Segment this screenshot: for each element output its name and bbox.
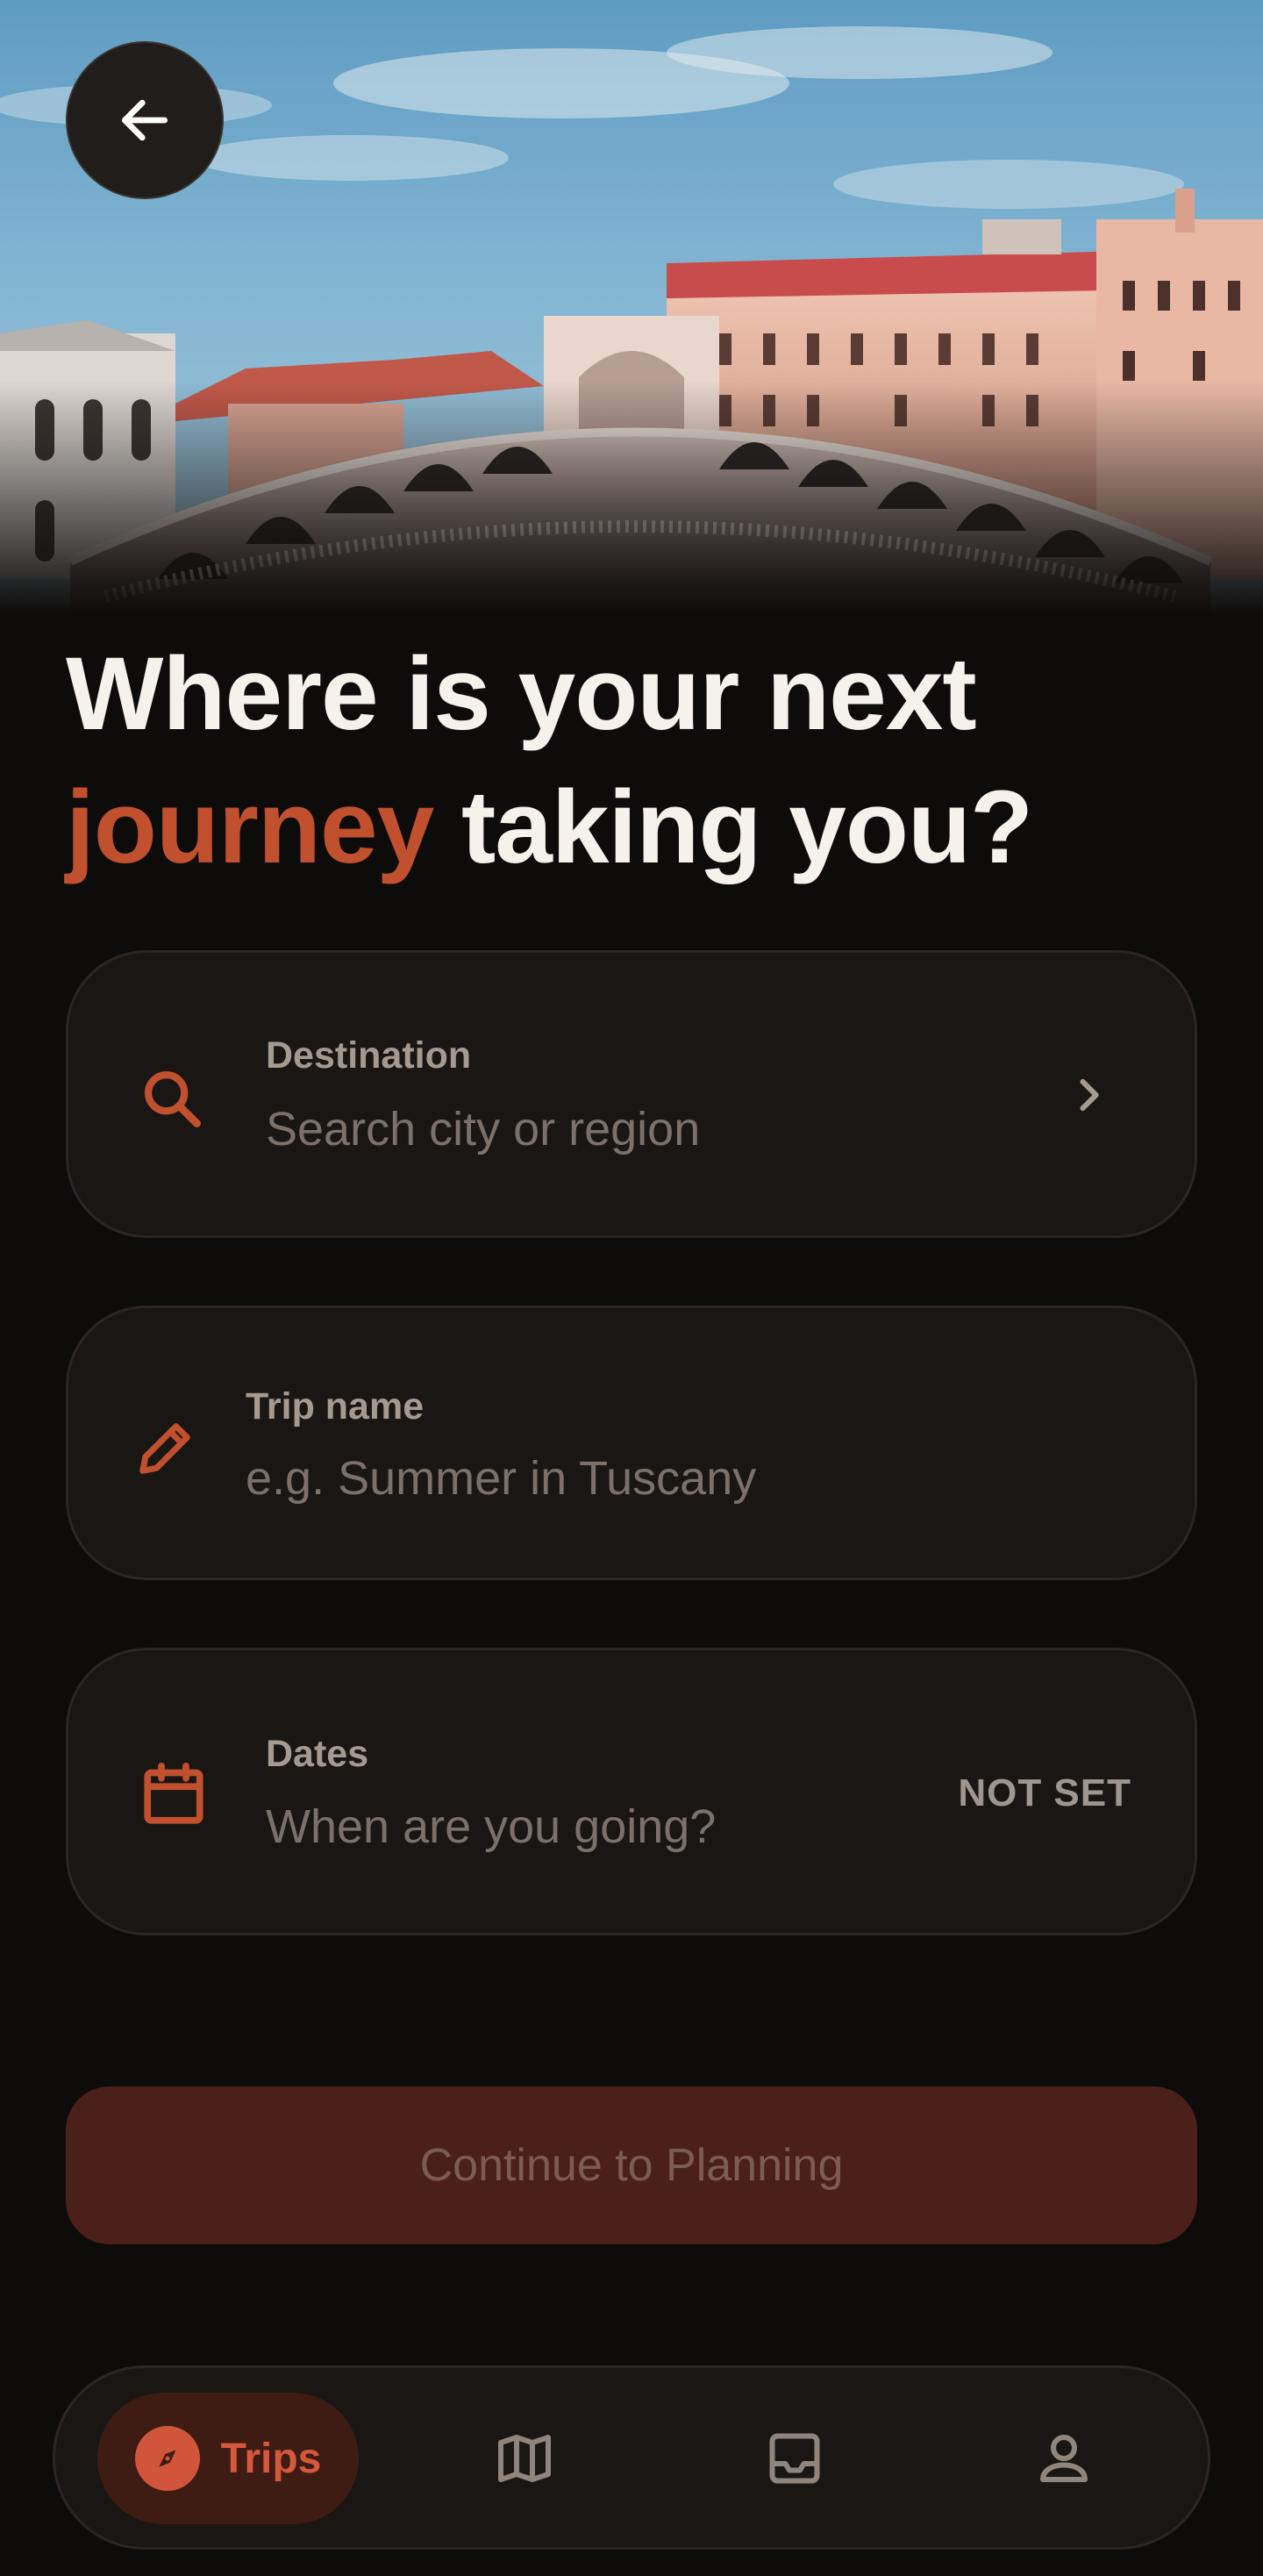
search-icon xyxy=(139,1065,205,1132)
new-trip-screen: Where is your next journey taking you? D… xyxy=(0,0,1263,2576)
nav-item-map[interactable] xyxy=(467,2403,582,2517)
destination-field[interactable]: Destination xyxy=(66,950,1197,1238)
user-icon xyxy=(1032,2427,1095,2494)
pencil-icon xyxy=(132,1415,198,1482)
trip-name-input[interactable] xyxy=(246,1451,1035,1506)
arrow-left-icon xyxy=(121,99,168,141)
nav-item-inbox[interactable] xyxy=(738,2403,852,2517)
chevron-right-icon xyxy=(1066,1072,1111,1122)
nav-item-trips-label: Trips xyxy=(220,2435,322,2482)
calendar-icon xyxy=(137,1757,210,1831)
page-title: Where is your next journey taking you? xyxy=(66,627,1197,894)
dates-label: Dates xyxy=(266,1733,369,1775)
nav-item-trips[interactable]: Trips xyxy=(97,2393,359,2524)
title-accent: journey xyxy=(66,769,434,885)
title-rest: taking you? xyxy=(461,769,1033,885)
hero-image xyxy=(0,0,1263,614)
inbox-icon xyxy=(763,2427,826,2494)
nav-item-profile[interactable] xyxy=(1007,2403,1121,2517)
trip-name-field[interactable]: Trip name xyxy=(66,1306,1197,1580)
title-line1: Where is your next xyxy=(66,636,977,752)
dates-field[interactable]: Dates NOT SET xyxy=(66,1648,1197,1936)
dates-status-badge: NOT SET xyxy=(958,1771,1131,1814)
destination-input[interactable] xyxy=(266,1102,1055,1156)
destination-label: Destination xyxy=(266,1034,472,1077)
dates-input[interactable] xyxy=(266,1800,1055,1854)
bottom-nav: Trips xyxy=(53,2365,1210,2550)
compass-icon xyxy=(134,2426,200,2491)
back-button[interactable] xyxy=(66,41,224,199)
map-icon xyxy=(493,2427,556,2494)
trip-name-label: Trip name xyxy=(246,1385,425,1428)
continue-to-planning-button[interactable]: Continue to Planning xyxy=(66,2086,1197,2244)
